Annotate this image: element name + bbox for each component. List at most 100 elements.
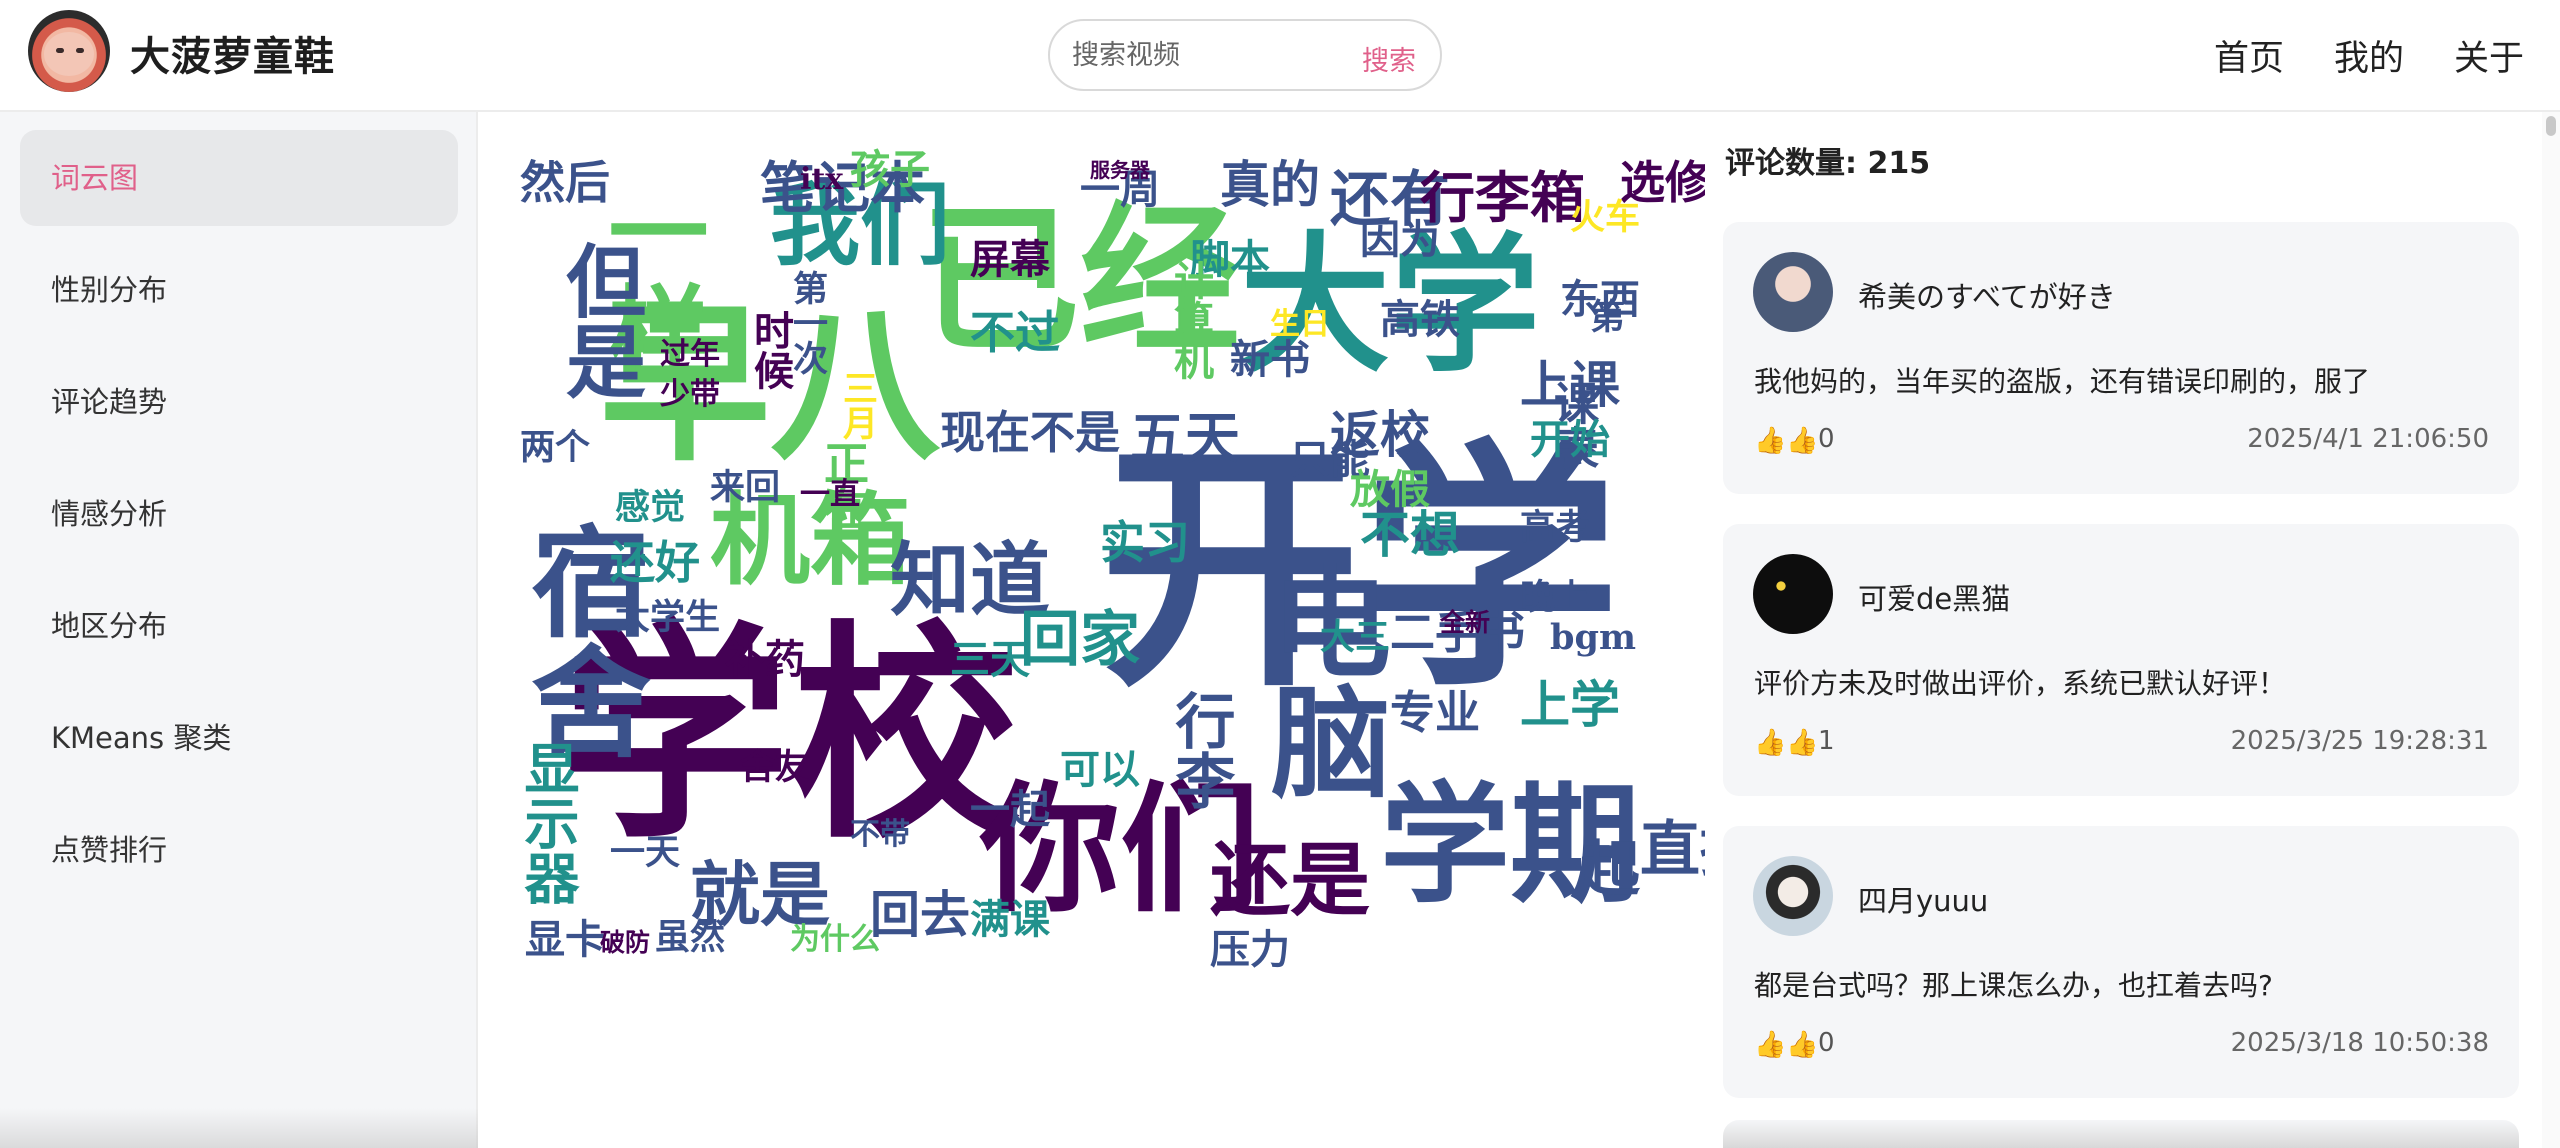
- wordcloud-word: 显示器: [520, 740, 580, 905]
- comment-username[interactable]: 希美のすべてが好き: [1858, 274, 2116, 316]
- wordcloud-word: 第: [1590, 297, 1626, 338]
- thumbs-up-icon: 👍: [1786, 728, 1819, 758]
- nav-mine[interactable]: 我的: [2334, 30, 2404, 81]
- comment-username[interactable]: 可爱de黑猫: [1858, 576, 2010, 618]
- comment-count: 评论数量: 215: [1725, 146, 1931, 181]
- wordcloud-word: 来回: [710, 467, 781, 508]
- comment-text: 评价方未及时做出评价，系统已默认好评！: [1754, 667, 2287, 700]
- wordcloud-word: 第一次: [787, 270, 828, 375]
- logo-avatar[interactable]: [28, 10, 110, 92]
- wordcloud-word: 电脑: [1250, 560, 1391, 800]
- wordcloud-word: 生日: [1270, 307, 1330, 342]
- wordcloud-word: 晚上: [1520, 577, 1591, 618]
- wordcloud-word: itx: [800, 162, 844, 197]
- wordcloud-word: 起: [1580, 835, 1640, 905]
- nav-about[interactable]: 关于: [2454, 30, 2524, 81]
- wordcloud-word: 因为: [1360, 216, 1440, 263]
- wordcloud-word: 还是: [1210, 833, 1370, 927]
- sidebar-item-trend[interactable]: 评论趋势: [20, 354, 458, 450]
- wordcloud-word: 满课: [970, 896, 1050, 943]
- like-count[interactable]: 👍 👍 0: [1754, 424, 1835, 456]
- sidebar-item-likes-rank[interactable]: 点赞排行: [20, 802, 458, 898]
- wordcloud-word: 行李箱: [1420, 165, 1586, 230]
- comment-card: 四月yuuu 都是台式吗？那上课怎么办，也扛着去吗? 👍 👍 0 2025/3/…: [1723, 826, 2519, 1098]
- like-number: 1: [1818, 726, 1835, 756]
- wordcloud-word: 不想: [1360, 505, 1460, 564]
- wordcloud-word: 三月: [837, 370, 878, 440]
- nav-home[interactable]: 首页: [2214, 30, 2284, 81]
- comment-time: 2025/3/18 10:50:38: [2230, 1028, 2489, 1058]
- thumbs-up-icon: 👍: [1754, 728, 1787, 758]
- wordcloud-word: 但是: [553, 240, 647, 400]
- wordcloud-word: 现在不是: [940, 406, 1121, 459]
- comment-username[interactable]: 四月yuuu: [1858, 878, 1988, 920]
- wordcloud-word: 全新: [1440, 608, 1491, 637]
- wordcloud-word: bgm: [1550, 617, 1636, 658]
- comment-time: 2025/3/25 19:28:31: [2230, 726, 2489, 756]
- wordcloud-word: 补药: [725, 636, 805, 683]
- wordcloud-word: 开始: [1530, 416, 1610, 463]
- like-count[interactable]: 👍 👍 1: [1754, 726, 1835, 758]
- wordcloud-word: 一直: [800, 477, 860, 512]
- wordcloud-word: 一起: [970, 786, 1050, 833]
- wordcloud-word: 大学生: [615, 597, 721, 638]
- sidebar-shadow: [0, 1108, 478, 1148]
- top-header: 大菠萝童鞋 搜索 首页 我的 关于: [0, 0, 2560, 112]
- wordcloud-word: 计算机: [1167, 260, 1214, 380]
- comment-card-partial: [1723, 1120, 2519, 1148]
- wordcloud-word: 时候: [747, 310, 794, 390]
- thumbs-up-icon: 👍: [1754, 426, 1787, 456]
- brand-name: 大菠萝童鞋: [130, 34, 335, 80]
- wordcloud-word: 不过: [970, 306, 1061, 359]
- wordcloud-word: 服务器: [1090, 158, 1150, 182]
- sidebar: 词云图 性别分布 评论趋势 情感分析 地区分布 KMeans 聚类 点赞排行: [0, 112, 478, 1148]
- wordcloud-word: 行李: [1165, 690, 1235, 810]
- wordcloud-word: 一天: [610, 832, 681, 873]
- user-avatar[interactable]: [1753, 554, 1833, 634]
- wordcloud-word: 舍友: [740, 747, 811, 788]
- wordcloud-word: 还好: [610, 536, 701, 589]
- thumbs-up-icon: 👍: [1754, 1030, 1787, 1060]
- wordcloud-word: 新书: [1230, 336, 1310, 383]
- wordcloud-word: 上学: [1520, 675, 1620, 734]
- scrollbar[interactable]: [2542, 112, 2560, 1148]
- like-count[interactable]: 👍 👍 0: [1754, 1028, 1835, 1060]
- comment-time: 2025/4/1 21:06:50: [2247, 424, 2489, 454]
- sidebar-item-kmeans[interactable]: KMeans 聚类: [20, 690, 458, 786]
- thumbs-up-icon: 👍: [1786, 426, 1819, 456]
- comment-card: 希美のすべてが好き 我他妈的，当年买的盗版，还有错误印刷的，服了 👍 👍 0 2…: [1723, 222, 2519, 494]
- wordcloud-word: 回去: [870, 885, 970, 944]
- user-avatar[interactable]: [1753, 856, 1833, 936]
- wordcloud-word: 五天: [1130, 405, 1241, 470]
- wordcloud-word: 然后: [520, 156, 611, 209]
- scrollbar-thumb[interactable]: [2546, 116, 2556, 136]
- wordcloud-word: 两个: [520, 427, 591, 468]
- comment-text: 我他妈的，当年买的盗版，还有错误印刷的，服了: [1754, 365, 2371, 398]
- sidebar-item-region[interactable]: 地区分布: [20, 578, 458, 674]
- wordcloud-word: 高考: [1520, 507, 1591, 548]
- comment-card: 可爱de黑猫 评价方未及时做出评价，系统已默认好评！ 👍 👍 1 2025/3/…: [1723, 524, 2519, 796]
- sidebar-item-wordcloud[interactable]: 词云图: [20, 130, 458, 226]
- like-number: 0: [1818, 1028, 1835, 1058]
- comment-text: 都是台式吗？那上课怎么办，也扛着去吗?: [1754, 969, 2273, 1002]
- sidebar-item-sentiment[interactable]: 情感分析: [20, 466, 458, 562]
- wordcloud-word: 直接: [1640, 815, 1705, 885]
- wordcloud-word: 火车: [1570, 197, 1641, 238]
- search-input[interactable]: [1072, 39, 1322, 71]
- wordcloud-word: 高铁: [1380, 296, 1460, 343]
- wordcloud-word: 三天: [950, 636, 1030, 683]
- wordcloud-word: 虽然: [655, 917, 726, 958]
- thumbs-up-icon: 👍: [1786, 1030, 1819, 1060]
- wordcloud-word: 感觉: [615, 487, 686, 528]
- search-button[interactable]: 搜索: [1362, 39, 1416, 78]
- wordcloud-word: 显卡: [525, 916, 605, 963]
- wordcloud-word: 过年: [660, 337, 720, 372]
- wordcloud-word: 为什么: [790, 922, 880, 957]
- wordcloud-word: 回家: [1020, 605, 1140, 675]
- wordcloud-word: 少带: [660, 377, 720, 412]
- word-cloud-image: 学校 开学 已经 大学 早八 你们 学期 一样 电脑 宿舍 机箱 知道 我们 还是 就是 但是 行李 还有 行李箱笔…: [520, 140, 1705, 980]
- sidebar-item-gender[interactable]: 性别分布: [20, 242, 458, 338]
- wordcloud-word: 真的: [1220, 155, 1320, 214]
- user-avatar[interactable]: [1753, 252, 1833, 332]
- wordcloud-word: 破防: [600, 928, 651, 957]
